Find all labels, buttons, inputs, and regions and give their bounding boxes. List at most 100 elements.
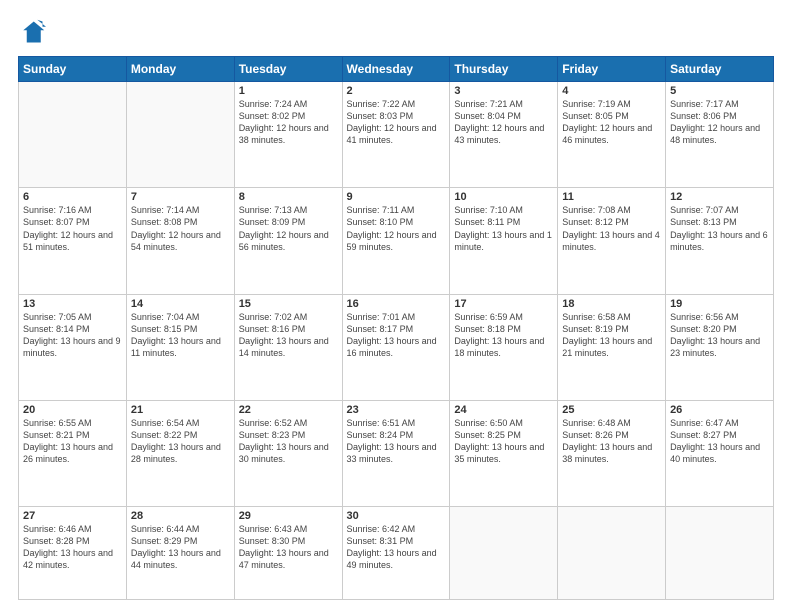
day-info: Sunrise: 7:02 AM Sunset: 8:16 PM Dayligh… <box>239 311 338 360</box>
day-info: Sunrise: 6:52 AM Sunset: 8:23 PM Dayligh… <box>239 417 338 466</box>
col-header-thursday: Thursday <box>450 57 558 82</box>
day-number: 8 <box>239 191 338 203</box>
day-info: Sunrise: 6:58 AM Sunset: 8:19 PM Dayligh… <box>562 311 661 360</box>
day-number: 20 <box>23 404 122 416</box>
day-info: Sunrise: 6:59 AM Sunset: 8:18 PM Dayligh… <box>454 311 553 360</box>
day-info: Sunrise: 7:22 AM Sunset: 8:03 PM Dayligh… <box>347 98 446 147</box>
day-number: 6 <box>23 191 122 203</box>
calendar-cell: 12Sunrise: 7:07 AM Sunset: 8:13 PM Dayli… <box>666 188 774 294</box>
calendar-cell: 10Sunrise: 7:10 AM Sunset: 8:11 PM Dayli… <box>450 188 558 294</box>
day-info: Sunrise: 7:05 AM Sunset: 8:14 PM Dayligh… <box>23 311 122 360</box>
day-info: Sunrise: 7:17 AM Sunset: 8:06 PM Dayligh… <box>670 98 769 147</box>
col-header-saturday: Saturday <box>666 57 774 82</box>
day-info: Sunrise: 6:43 AM Sunset: 8:30 PM Dayligh… <box>239 523 338 572</box>
calendar-cell: 14Sunrise: 7:04 AM Sunset: 8:15 PM Dayli… <box>126 294 234 400</box>
day-info: Sunrise: 7:01 AM Sunset: 8:17 PM Dayligh… <box>347 311 446 360</box>
calendar-cell: 1Sunrise: 7:24 AM Sunset: 8:02 PM Daylig… <box>234 82 342 188</box>
calendar-cell: 6Sunrise: 7:16 AM Sunset: 8:07 PM Daylig… <box>19 188 127 294</box>
calendar-cell: 13Sunrise: 7:05 AM Sunset: 8:14 PM Dayli… <box>19 294 127 400</box>
calendar-cell: 26Sunrise: 6:47 AM Sunset: 8:27 PM Dayli… <box>666 400 774 506</box>
calendar-table: SundayMondayTuesdayWednesdayThursdayFrid… <box>18 56 774 600</box>
day-number: 12 <box>670 191 769 203</box>
day-number: 14 <box>131 298 230 310</box>
day-number: 28 <box>131 510 230 522</box>
day-info: Sunrise: 6:46 AM Sunset: 8:28 PM Dayligh… <box>23 523 122 572</box>
calendar-cell <box>558 507 666 600</box>
day-number: 21 <box>131 404 230 416</box>
day-info: Sunrise: 6:56 AM Sunset: 8:20 PM Dayligh… <box>670 311 769 360</box>
calendar-cell: 19Sunrise: 6:56 AM Sunset: 8:20 PM Dayli… <box>666 294 774 400</box>
logo-icon <box>18 18 46 46</box>
calendar-cell: 5Sunrise: 7:17 AM Sunset: 8:06 PM Daylig… <box>666 82 774 188</box>
week-row-3: 20Sunrise: 6:55 AM Sunset: 8:21 PM Dayli… <box>19 400 774 506</box>
day-info: Sunrise: 6:51 AM Sunset: 8:24 PM Dayligh… <box>347 417 446 466</box>
page: SundayMondayTuesdayWednesdayThursdayFrid… <box>0 0 792 612</box>
calendar-cell <box>450 507 558 600</box>
day-number: 2 <box>347 85 446 97</box>
day-number: 15 <box>239 298 338 310</box>
day-number: 22 <box>239 404 338 416</box>
day-info: Sunrise: 6:44 AM Sunset: 8:29 PM Dayligh… <box>131 523 230 572</box>
calendar-cell: 24Sunrise: 6:50 AM Sunset: 8:25 PM Dayli… <box>450 400 558 506</box>
week-row-1: 6Sunrise: 7:16 AM Sunset: 8:07 PM Daylig… <box>19 188 774 294</box>
day-info: Sunrise: 7:10 AM Sunset: 8:11 PM Dayligh… <box>454 204 553 253</box>
calendar-cell: 2Sunrise: 7:22 AM Sunset: 8:03 PM Daylig… <box>342 82 450 188</box>
calendar-cell: 27Sunrise: 6:46 AM Sunset: 8:28 PM Dayli… <box>19 507 127 600</box>
calendar-cell: 11Sunrise: 7:08 AM Sunset: 8:12 PM Dayli… <box>558 188 666 294</box>
day-info: Sunrise: 7:14 AM Sunset: 8:08 PM Dayligh… <box>131 204 230 253</box>
day-info: Sunrise: 7:04 AM Sunset: 8:15 PM Dayligh… <box>131 311 230 360</box>
col-header-monday: Monday <box>126 57 234 82</box>
calendar-cell: 22Sunrise: 6:52 AM Sunset: 8:23 PM Dayli… <box>234 400 342 506</box>
day-number: 29 <box>239 510 338 522</box>
day-number: 19 <box>670 298 769 310</box>
calendar-cell: 8Sunrise: 7:13 AM Sunset: 8:09 PM Daylig… <box>234 188 342 294</box>
day-number: 1 <box>239 85 338 97</box>
day-number: 7 <box>131 191 230 203</box>
day-number: 23 <box>347 404 446 416</box>
logo <box>18 18 50 46</box>
calendar-cell: 18Sunrise: 6:58 AM Sunset: 8:19 PM Dayli… <box>558 294 666 400</box>
day-info: Sunrise: 6:47 AM Sunset: 8:27 PM Dayligh… <box>670 417 769 466</box>
day-number: 25 <box>562 404 661 416</box>
day-info: Sunrise: 6:55 AM Sunset: 8:21 PM Dayligh… <box>23 417 122 466</box>
day-info: Sunrise: 7:13 AM Sunset: 8:09 PM Dayligh… <box>239 204 338 253</box>
day-number: 3 <box>454 85 553 97</box>
calendar-cell: 7Sunrise: 7:14 AM Sunset: 8:08 PM Daylig… <box>126 188 234 294</box>
day-number: 16 <box>347 298 446 310</box>
week-row-4: 27Sunrise: 6:46 AM Sunset: 8:28 PM Dayli… <box>19 507 774 600</box>
calendar-header-row: SundayMondayTuesdayWednesdayThursdayFrid… <box>19 57 774 82</box>
week-row-2: 13Sunrise: 7:05 AM Sunset: 8:14 PM Dayli… <box>19 294 774 400</box>
col-header-tuesday: Tuesday <box>234 57 342 82</box>
day-number: 18 <box>562 298 661 310</box>
day-number: 24 <box>454 404 553 416</box>
day-info: Sunrise: 7:08 AM Sunset: 8:12 PM Dayligh… <box>562 204 661 253</box>
day-info: Sunrise: 7:11 AM Sunset: 8:10 PM Dayligh… <box>347 204 446 253</box>
day-info: Sunrise: 6:50 AM Sunset: 8:25 PM Dayligh… <box>454 417 553 466</box>
calendar-cell: 30Sunrise: 6:42 AM Sunset: 8:31 PM Dayli… <box>342 507 450 600</box>
calendar-cell: 16Sunrise: 7:01 AM Sunset: 8:17 PM Dayli… <box>342 294 450 400</box>
calendar-cell: 23Sunrise: 6:51 AM Sunset: 8:24 PM Dayli… <box>342 400 450 506</box>
day-number: 4 <box>562 85 661 97</box>
day-number: 11 <box>562 191 661 203</box>
calendar-cell: 15Sunrise: 7:02 AM Sunset: 8:16 PM Dayli… <box>234 294 342 400</box>
week-row-0: 1Sunrise: 7:24 AM Sunset: 8:02 PM Daylig… <box>19 82 774 188</box>
col-header-friday: Friday <box>558 57 666 82</box>
day-number: 5 <box>670 85 769 97</box>
day-info: Sunrise: 7:16 AM Sunset: 8:07 PM Dayligh… <box>23 204 122 253</box>
day-info: Sunrise: 7:21 AM Sunset: 8:04 PM Dayligh… <box>454 98 553 147</box>
day-info: Sunrise: 7:19 AM Sunset: 8:05 PM Dayligh… <box>562 98 661 147</box>
calendar-cell <box>19 82 127 188</box>
day-number: 30 <box>347 510 446 522</box>
calendar-cell <box>126 82 234 188</box>
calendar-cell: 4Sunrise: 7:19 AM Sunset: 8:05 PM Daylig… <box>558 82 666 188</box>
day-number: 26 <box>670 404 769 416</box>
day-info: Sunrise: 6:42 AM Sunset: 8:31 PM Dayligh… <box>347 523 446 572</box>
day-info: Sunrise: 7:24 AM Sunset: 8:02 PM Dayligh… <box>239 98 338 147</box>
calendar-cell: 25Sunrise: 6:48 AM Sunset: 8:26 PM Dayli… <box>558 400 666 506</box>
day-info: Sunrise: 6:54 AM Sunset: 8:22 PM Dayligh… <box>131 417 230 466</box>
calendar-cell: 20Sunrise: 6:55 AM Sunset: 8:21 PM Dayli… <box>19 400 127 506</box>
col-header-sunday: Sunday <box>19 57 127 82</box>
day-info: Sunrise: 7:07 AM Sunset: 8:13 PM Dayligh… <box>670 204 769 253</box>
header <box>18 18 774 46</box>
calendar-cell: 29Sunrise: 6:43 AM Sunset: 8:30 PM Dayli… <box>234 507 342 600</box>
